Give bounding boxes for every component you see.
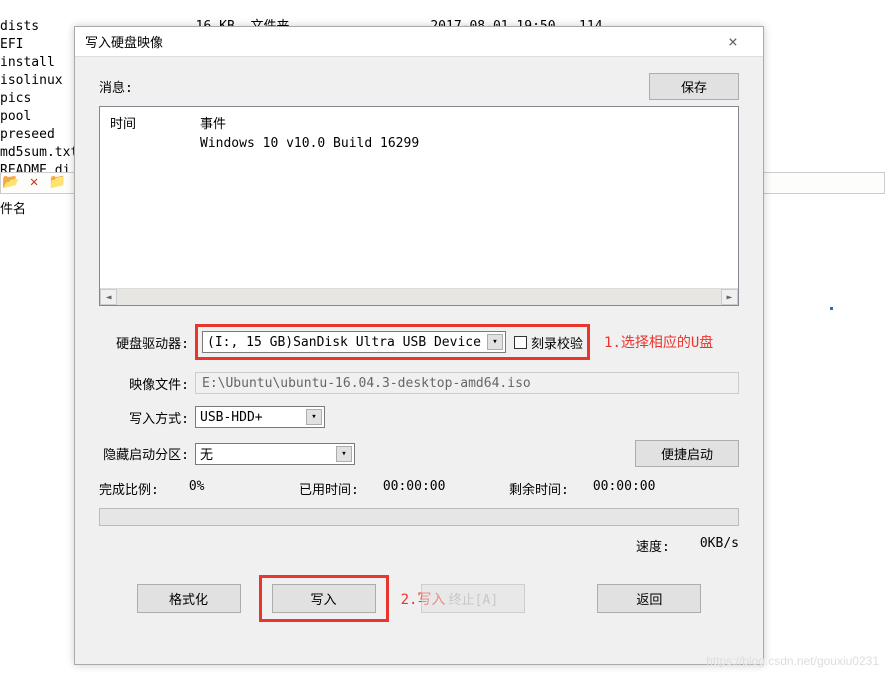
file-row: pool bbox=[0, 109, 31, 124]
horizontal-scrollbar[interactable]: ◄ ► bbox=[100, 288, 738, 305]
verify-checkbox[interactable] bbox=[514, 336, 527, 349]
folder-open-icon[interactable]: 📂 bbox=[2, 174, 19, 190]
drive-value: (I:, 15 GB)SanDisk Ultra USB Device bbox=[207, 335, 481, 350]
remain-value: 00:00:00 bbox=[593, 479, 656, 498]
toolbar-icons: 📂 ✕ 📁 bbox=[2, 174, 66, 190]
titlebar: 写入硬盘映像 × bbox=[75, 27, 763, 57]
log-event-cell: Windows 10 v10.0 Build 16299 bbox=[200, 136, 419, 151]
write-method-label: 写入方式: bbox=[99, 408, 195, 427]
close-icon[interactable]: × bbox=[713, 32, 753, 51]
chevron-down-icon[interactable]: ▾ bbox=[336, 446, 352, 462]
message-label: 消息: bbox=[99, 77, 649, 96]
speed-value: 0KB/s bbox=[700, 536, 739, 555]
file-row: EFI bbox=[0, 37, 23, 52]
log-listbox[interactable]: 时间 事件 Windows 10 v10.0 Build 16299 ◄ ► bbox=[99, 106, 739, 306]
percent-value: 0% bbox=[189, 479, 205, 498]
write-method-value: USB-HDD+ bbox=[200, 410, 263, 425]
scroll-track[interactable] bbox=[117, 289, 721, 305]
write-button[interactable]: 写入 bbox=[272, 584, 376, 613]
drive-label: 硬盘驱动器: bbox=[99, 333, 195, 352]
remain-label: 剩余时间: bbox=[509, 479, 569, 498]
file-row: isolinux bbox=[0, 73, 63, 88]
speed-label: 速度: bbox=[636, 536, 670, 555]
file-row: md5sum.txt bbox=[0, 145, 78, 160]
file-row: pics bbox=[0, 91, 31, 106]
log-time-cell bbox=[110, 136, 200, 151]
chevron-down-icon[interactable]: ▾ bbox=[306, 409, 322, 425]
progress-bar bbox=[99, 508, 739, 526]
dialog-title: 写入硬盘映像 bbox=[85, 32, 713, 51]
file-row: preseed bbox=[0, 127, 55, 142]
annotation-step1: 1.选择相应的U盘 bbox=[604, 332, 713, 352]
chevron-down-icon[interactable]: ▾ bbox=[487, 334, 503, 350]
elapsed-value: 00:00:00 bbox=[383, 479, 446, 498]
format-button[interactable]: 格式化 bbox=[137, 584, 241, 613]
scroll-right-icon[interactable]: ► bbox=[721, 289, 738, 305]
image-file-label: 映像文件: bbox=[99, 374, 195, 393]
percent-label: 完成比例: bbox=[99, 479, 159, 498]
back-button[interactable]: 返回 bbox=[597, 584, 701, 613]
log-col-time: 时间 bbox=[110, 113, 200, 132]
decorative-dot bbox=[830, 307, 833, 310]
verify-label: 刻录校验 bbox=[531, 333, 583, 352]
elapsed-label: 已用时间: bbox=[299, 479, 359, 498]
column-header: 件名 bbox=[0, 198, 26, 217]
hide-boot-label: 隐藏启动分区: bbox=[99, 444, 195, 463]
write-disk-image-dialog: 写入硬盘映像 × 消息: 保存 时间 事件 Windows 10 v10.0 B… bbox=[74, 26, 764, 665]
delete-icon[interactable]: ✕ bbox=[30, 174, 38, 190]
watermark: https://blog.csdn.net/gouxiu0231 bbox=[706, 654, 879, 668]
hide-boot-value: 无 bbox=[200, 444, 213, 463]
image-file-field: E:\Ubuntu\ubuntu-16.04.3-desktop-amd64.i… bbox=[195, 372, 739, 394]
scroll-left-icon[interactable]: ◄ bbox=[100, 289, 117, 305]
verify-checkbox-wrap[interactable]: 刻录校验 bbox=[514, 333, 583, 352]
step1-highlight: (I:, 15 GB)SanDisk Ultra USB Device ▾ 刻录… bbox=[195, 324, 590, 360]
file-row: install bbox=[0, 55, 55, 70]
folder-icon[interactable]: 📁 bbox=[49, 174, 66, 190]
save-button[interactable]: 保存 bbox=[649, 73, 739, 100]
drive-select[interactable]: (I:, 15 GB)SanDisk Ultra USB Device ▾ bbox=[202, 331, 506, 353]
hide-boot-select[interactable]: 无 ▾ bbox=[195, 443, 355, 465]
quick-boot-button[interactable]: 便捷启动 bbox=[635, 440, 739, 467]
write-method-select[interactable]: USB-HDD+ ▾ bbox=[195, 406, 325, 428]
log-col-event: 事件 bbox=[200, 113, 226, 132]
stop-button: 终止[A] bbox=[421, 584, 525, 613]
step2-highlight: 写入 bbox=[259, 575, 389, 622]
